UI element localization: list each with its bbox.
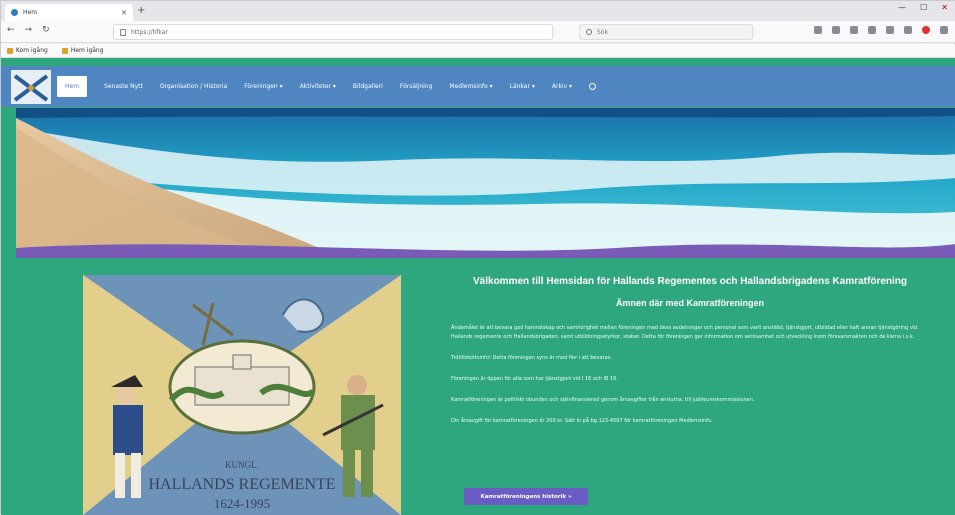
bookmark-item[interactable]: Kom igång (7, 47, 48, 54)
menu-item-forsaljning[interactable]: Försäljning (400, 83, 433, 90)
tab-close-icon[interactable]: ✕ (121, 9, 127, 17)
account-icon[interactable] (904, 26, 912, 34)
menu-item-aktiviteter[interactable]: Aktiviteter ▾ (300, 83, 336, 90)
tab-strip: Hem ✕ + — ☐ ✕ (1, 1, 955, 21)
library-icon[interactable] (868, 26, 876, 34)
hero-beach-image (16, 108, 955, 258)
lock-icon (120, 28, 126, 36)
url-text: https://hfkar (131, 28, 168, 36)
poster-line-2: HALLANDS REGEMENTE (148, 476, 335, 493)
back-icon[interactable]: ← (7, 25, 15, 35)
site-logo-icon[interactable] (11, 70, 51, 104)
tab-title: Hem (23, 9, 38, 16)
menu-item-bildgalleri[interactable]: Bildgalleri (353, 83, 383, 90)
site-menu: Hem Senaste Nytt Organisation / Historia… (57, 66, 597, 107)
history-button[interactable]: Kamratföreningens historik » (464, 488, 588, 505)
search-placeholder: Sök (597, 28, 608, 36)
welcome-subheading: Ämnen där med Kamratföreningen (615, 298, 765, 308)
menu-item-lankar[interactable]: Länkar ▾ (510, 83, 535, 90)
window-close-button[interactable]: ✕ (941, 3, 948, 12)
search-icon (586, 29, 592, 35)
nav-buttons: ← → ↻ (7, 25, 50, 35)
browser-window: Hem ✕ + — ☐ ✕ ← → ↻ https://hfkar Sök Ko… (0, 0, 955, 515)
welcome-section: Välkommen till Hemsidan för Hallands Reg… (451, 276, 929, 426)
menu-item-foreningen[interactable]: Föreningen ▾ (244, 83, 282, 90)
toolbar-icons (814, 26, 948, 34)
extension-icon[interactable] (814, 26, 822, 34)
bookmark-item[interactable]: Hem igång (61, 47, 104, 54)
address-bar[interactable]: https://hfkar (113, 24, 553, 40)
poster-line-3: 1624-1995 (214, 496, 270, 511)
info-paragraph: Tidtillskottsinfo! Detta föreningen syns… (451, 355, 612, 361)
window-minimize-button[interactable]: — (898, 3, 906, 12)
new-tab-icon[interactable]: + (137, 4, 145, 18)
website-content: Hem Senaste Nytt Organisation / Historia… (1, 58, 955, 515)
forward-icon[interactable]: → (25, 25, 33, 35)
browser-tab[interactable]: Hem ✕ (5, 4, 133, 21)
bookmark-label: Kom igång (16, 47, 48, 54)
downloads-icon[interactable] (832, 26, 840, 34)
site-menu-bar: Hem Senaste Nytt Organisation / Historia… (1, 66, 955, 107)
left-gutter (1, 258, 16, 515)
regiment-poster-image: KUNGL. HALLANDS REGEMENTE 1624-1995 (83, 275, 401, 515)
bookmarks-bar: Kom igång Hem igång (1, 44, 955, 58)
intro-paragraph: Ändamålet är att bevara god kamratskap o… (451, 325, 918, 340)
window-maximize-button[interactable]: ☐ (920, 3, 927, 12)
poster-line-1: KUNGL. (225, 460, 259, 470)
addon-icon[interactable] (922, 26, 930, 34)
window-controls: — ☐ ✕ (898, 3, 948, 12)
menu-item-arkiv[interactable]: Arkiv ▾ (552, 83, 572, 90)
site-search-icon[interactable] (589, 83, 597, 90)
menu-icon[interactable] (940, 26, 948, 34)
search-bar[interactable]: Sök (579, 24, 753, 40)
site-favicon-icon (11, 9, 18, 16)
bookmark-label: Hem igång (70, 47, 104, 54)
funding-paragraph: Kamratföreningen är politiskt obunden oc… (451, 397, 755, 403)
navigation-toolbar: ← → ↻ https://hfkar Sök (1, 21, 955, 43)
reload-icon[interactable]: ↻ (42, 25, 50, 35)
membership-paragraph: Föreningen är öppen för alla som har tjä… (451, 376, 618, 382)
menu-item-medlemsinfo[interactable]: Medlemsinfo ▾ (449, 83, 492, 90)
bookmark-icon (61, 47, 68, 54)
sync-icon[interactable] (886, 26, 894, 34)
menu-item-hem[interactable]: Hem (57, 76, 88, 97)
menu-item-senaste-nytt[interactable]: Senaste Nytt (104, 83, 143, 90)
fee-paragraph: Din årsavgift för kamratföreningen är 20… (451, 418, 713, 424)
menu-item-organisation[interactable]: Organisation / Historia (160, 83, 227, 90)
bookmark-icon (7, 47, 13, 54)
bookmarks-icon[interactable] (850, 26, 858, 34)
welcome-title: Välkommen till Hemsidan för Hallands Reg… (473, 276, 907, 287)
